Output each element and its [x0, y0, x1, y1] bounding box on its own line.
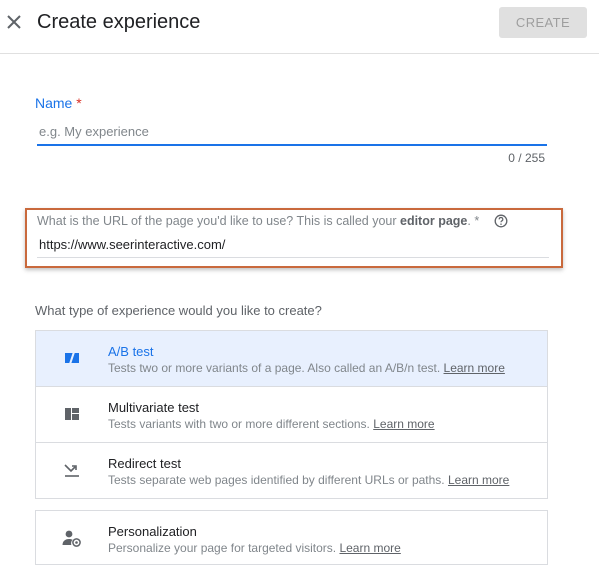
option-description-text: Tests two or more variants of a page. Al… [108, 361, 444, 375]
dialog-header: Create experience CREATE [0, 0, 599, 54]
experience-type-question: What type of experience would you like t… [35, 303, 322, 318]
experience-type-list: A/B test Tests two or more variants of a… [35, 330, 548, 499]
option-description: Tests separate web pages identified by d… [108, 473, 509, 487]
ab-test-icon [63, 349, 81, 367]
learn-more-link[interactable]: Learn more [448, 473, 509, 487]
multivariate-icon [63, 405, 81, 423]
dialog-title: Create experience [37, 11, 201, 33]
option-description-text: Personalize your page for targeted visit… [108, 541, 340, 555]
name-label-text: Name [35, 95, 73, 111]
url-label-prefix: What is the URL of the page you'd like t… [37, 214, 400, 228]
required-mark: * [76, 95, 82, 111]
url-input-underline [37, 257, 549, 258]
url-label-bold: editor page [400, 214, 468, 228]
name-field-label: Name * [35, 95, 82, 111]
option-description: Tests variants with two or more differen… [108, 417, 435, 431]
learn-more-link[interactable]: Learn more [373, 417, 434, 431]
name-input[interactable] [37, 120, 549, 142]
name-input-underline [37, 144, 547, 146]
redirect-icon [63, 461, 81, 479]
option-title: Personalization [108, 524, 197, 539]
character-counter: 0 / 255 [508, 151, 545, 165]
option-redirect-test[interactable]: Redirect test Tests separate web pages i… [36, 443, 547, 498]
option-description: Tests two or more variants of a page. Al… [108, 361, 505, 375]
option-title: Multivariate test [108, 400, 200, 415]
option-description-text: Tests separate web pages identified by d… [108, 473, 448, 487]
create-button[interactable]: CREATE [499, 7, 587, 38]
learn-more-link[interactable]: Learn more [444, 361, 505, 375]
url-label-suffix: . * [467, 214, 480, 228]
option-multivariate-test[interactable]: Multivariate test Tests variants with tw… [36, 387, 547, 443]
help-icon[interactable] [494, 214, 508, 228]
close-button[interactable] [3, 11, 25, 33]
close-icon [7, 15, 21, 29]
option-title: Redirect test [108, 456, 181, 471]
option-description-text: Tests variants with two or more differen… [108, 417, 374, 431]
url-input[interactable] [37, 234, 551, 254]
personalization-icon [61, 529, 83, 549]
option-title: A/B test [108, 344, 154, 359]
option-description: Personalize your page for targeted visit… [108, 541, 401, 555]
learn-more-link[interactable]: Learn more [339, 541, 400, 555]
option-ab-test[interactable]: A/B test Tests two or more variants of a… [36, 331, 547, 387]
option-personalization[interactable]: Personalization Personalize your page fo… [35, 510, 548, 565]
url-field-label: What is the URL of the page you'd like t… [37, 214, 479, 228]
